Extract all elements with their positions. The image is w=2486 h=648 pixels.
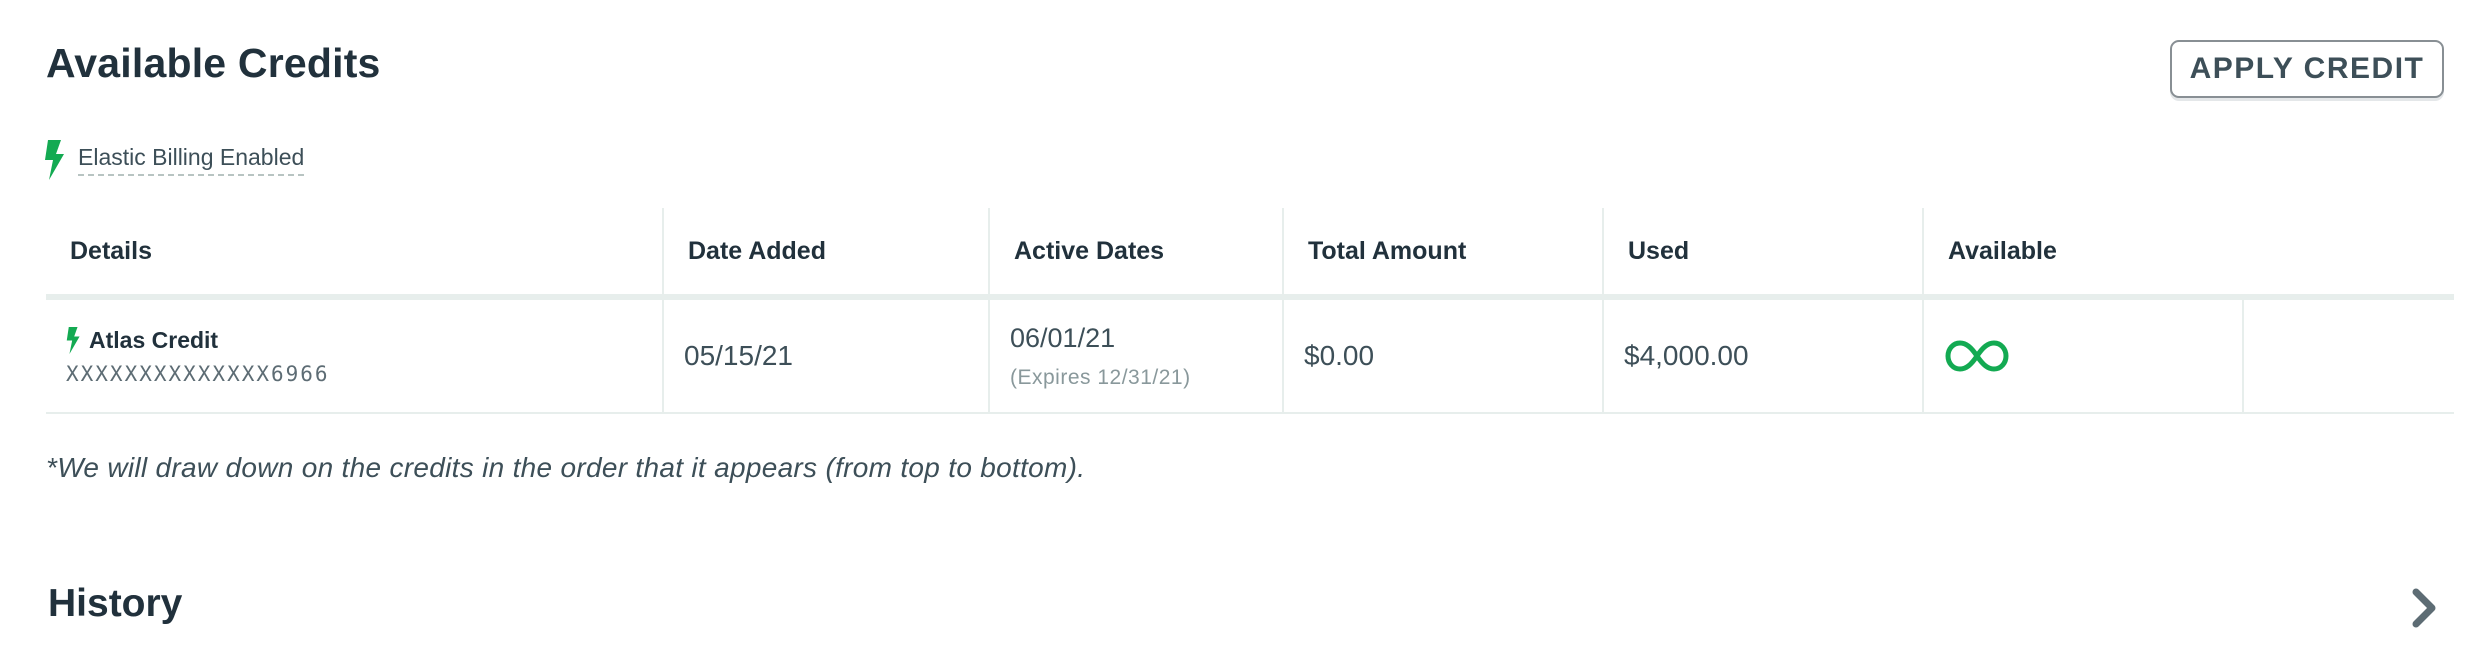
chevron-right-icon[interactable] — [2408, 586, 2442, 630]
column-header-used: Used — [1602, 208, 1924, 294]
column-header-date-added: Date Added — [662, 208, 992, 294]
column-header-details: Details — [70, 236, 152, 265]
total-amount-value: $0.00 — [1304, 340, 1375, 371]
total-amount-cell: $0.00 — [1282, 300, 1602, 412]
column-header-total-amount: Total Amount — [1282, 208, 1604, 294]
lightning-bolt-icon — [45, 140, 64, 180]
history-heading[interactable]: History — [48, 582, 182, 626]
draw-down-note: *We will draw down on the credits in the… — [46, 452, 1086, 483]
used-cell: $4,000.00 — [1602, 300, 1922, 412]
active-dates-cell: 06/01/21 (Expires 12/31/21) — [988, 300, 1282, 412]
elastic-billing-label[interactable]: Elastic Billing Enabled — [78, 144, 305, 176]
expires-date: (Expires 12/31/21) — [1010, 365, 1191, 389]
available-cell — [1922, 300, 2242, 412]
infinity-icon — [1945, 340, 2009, 372]
credits-table: Details Date Added Active Dates Total Am… — [46, 208, 2454, 414]
date-added-cell: 05/15/21 — [662, 300, 988, 412]
table-row: Atlas Credit XXXXXXXXXXXXXX6966 05/15/21… — [46, 300, 2454, 412]
used-value: $4,000.00 — [1624, 340, 1749, 371]
column-header-active-dates: Active Dates — [988, 208, 1284, 294]
details-cell: Atlas Credit XXXXXXXXXXXXXX6966 — [46, 300, 662, 412]
column-header-available: Available — [1922, 208, 2454, 294]
active-start-date: 06/01/21 — [1010, 322, 1116, 353]
table-header: Details Date Added Active Dates Total Am… — [46, 208, 2454, 300]
page-title: Available Credits — [46, 40, 381, 86]
credit-id: XXXXXXXXXXXXXX6966 — [66, 361, 330, 386]
apply-credit-button[interactable]: APPLY CREDIT — [2170, 40, 2444, 98]
date-added-value: 05/15/21 — [684, 340, 793, 371]
lightning-bolt-icon — [66, 326, 80, 354]
elastic-billing-indicator: Elastic Billing Enabled — [44, 138, 305, 182]
empty-cell — [2242, 300, 2454, 412]
credit-name: Atlas Credit — [89, 326, 219, 353]
